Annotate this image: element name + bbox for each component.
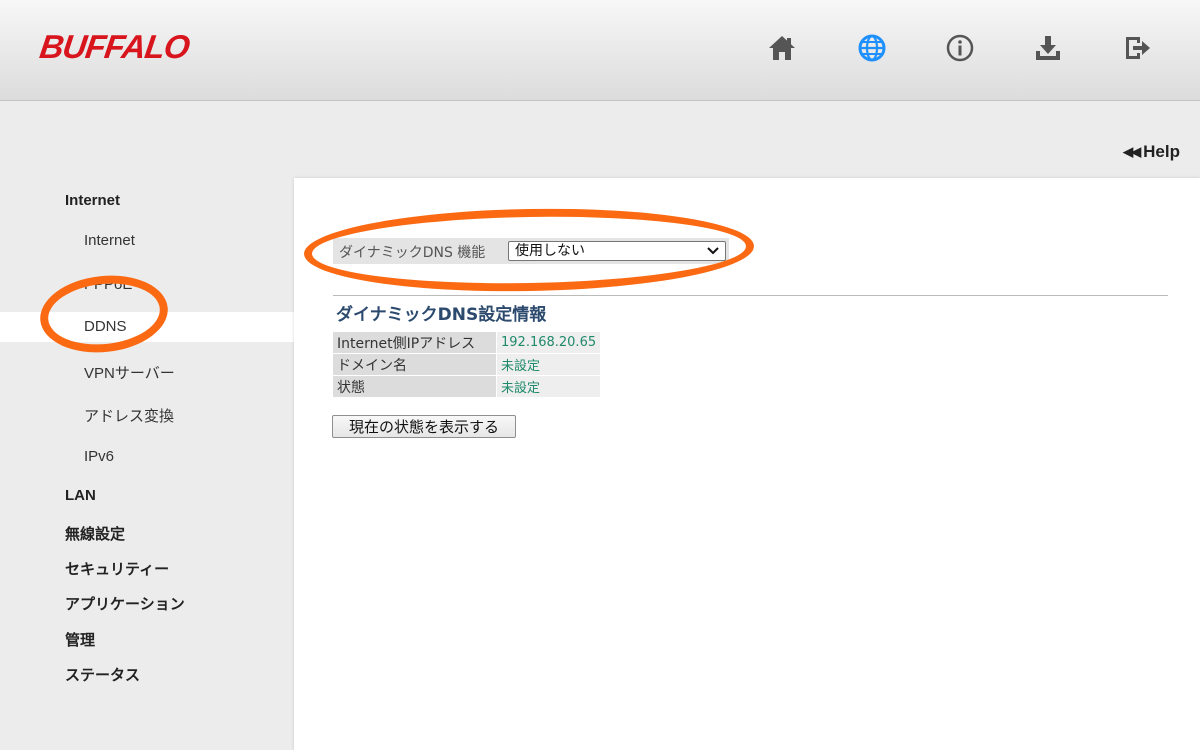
sidebar-active-highlight bbox=[0, 312, 294, 342]
globe-icon[interactable] bbox=[855, 30, 889, 66]
buffalo-logo[interactable]: BUFFALO bbox=[37, 28, 191, 66]
chevron-down-icon bbox=[707, 247, 719, 255]
sidebar-group-application[interactable]: アプリケーション bbox=[65, 593, 185, 614]
sidebar-group-lan[interactable]: LAN bbox=[65, 487, 96, 504]
logout-icon[interactable] bbox=[1120, 30, 1154, 66]
download-icon[interactable] bbox=[1031, 30, 1065, 66]
sidebar-group-wireless[interactable]: 無線設定 bbox=[65, 523, 125, 544]
section-title: ダイナミックDNS設定情報 bbox=[336, 305, 547, 325]
sidebar-item-internet[interactable]: Internet bbox=[84, 232, 135, 249]
help-label: Help bbox=[1143, 142, 1180, 161]
sidebar-item-ddns[interactable]: DDNS bbox=[84, 318, 127, 335]
info-value: 192.168.20.65 bbox=[497, 332, 601, 353]
ddns-function-row: ダイナミックDNS 機能 使用しない bbox=[333, 238, 729, 264]
table-row: Internet側IPアドレス 192.168.20.65 bbox=[333, 332, 601, 353]
ddns-function-select[interactable]: 使用しない bbox=[508, 241, 726, 261]
info-key: Internet側IPアドレス bbox=[333, 332, 496, 353]
help-link[interactable]: ◀◀ Help bbox=[1123, 142, 1180, 162]
ddns-info-table: Internet側IPアドレス 192.168.20.65 ドメイン名 未設定 … bbox=[332, 331, 601, 398]
info-key: ドメイン名 bbox=[333, 354, 496, 375]
sidebar-item-pppoe[interactable]: PPPoE bbox=[84, 276, 132, 293]
section-divider bbox=[333, 295, 1168, 296]
show-current-status-button[interactable]: 現在の状態を表示する bbox=[332, 415, 516, 438]
sidebar-group-status[interactable]: ステータス bbox=[65, 664, 140, 685]
sidebar-group-admin[interactable]: 管理 bbox=[65, 629, 95, 650]
table-row: 状態 未設定 bbox=[333, 376, 601, 397]
info-value: 未設定 bbox=[497, 354, 601, 375]
ddns-function-selected-value: 使用しない bbox=[515, 243, 585, 259]
sidebar-item-vpn-server[interactable]: VPNサーバー bbox=[84, 362, 175, 383]
double-arrow-left-icon: ◀◀ bbox=[1123, 144, 1141, 159]
top-header: BUFFALO bbox=[0, 0, 1200, 101]
table-row: ドメイン名 未設定 bbox=[333, 354, 601, 375]
sidebar-item-ipv6[interactable]: IPv6 bbox=[84, 448, 114, 465]
sidebar-item-address-translation[interactable]: アドレス変換 bbox=[84, 405, 174, 426]
info-icon[interactable] bbox=[943, 30, 977, 66]
sidebar-group-security[interactable]: セキュリティー bbox=[65, 558, 169, 579]
info-value: 未設定 bbox=[497, 376, 601, 397]
info-key: 状態 bbox=[333, 376, 496, 397]
sidebar-group-internet[interactable]: Internet bbox=[65, 192, 120, 209]
ddns-function-label: ダイナミックDNS 機能 bbox=[339, 245, 486, 261]
home-icon[interactable] bbox=[765, 30, 799, 66]
